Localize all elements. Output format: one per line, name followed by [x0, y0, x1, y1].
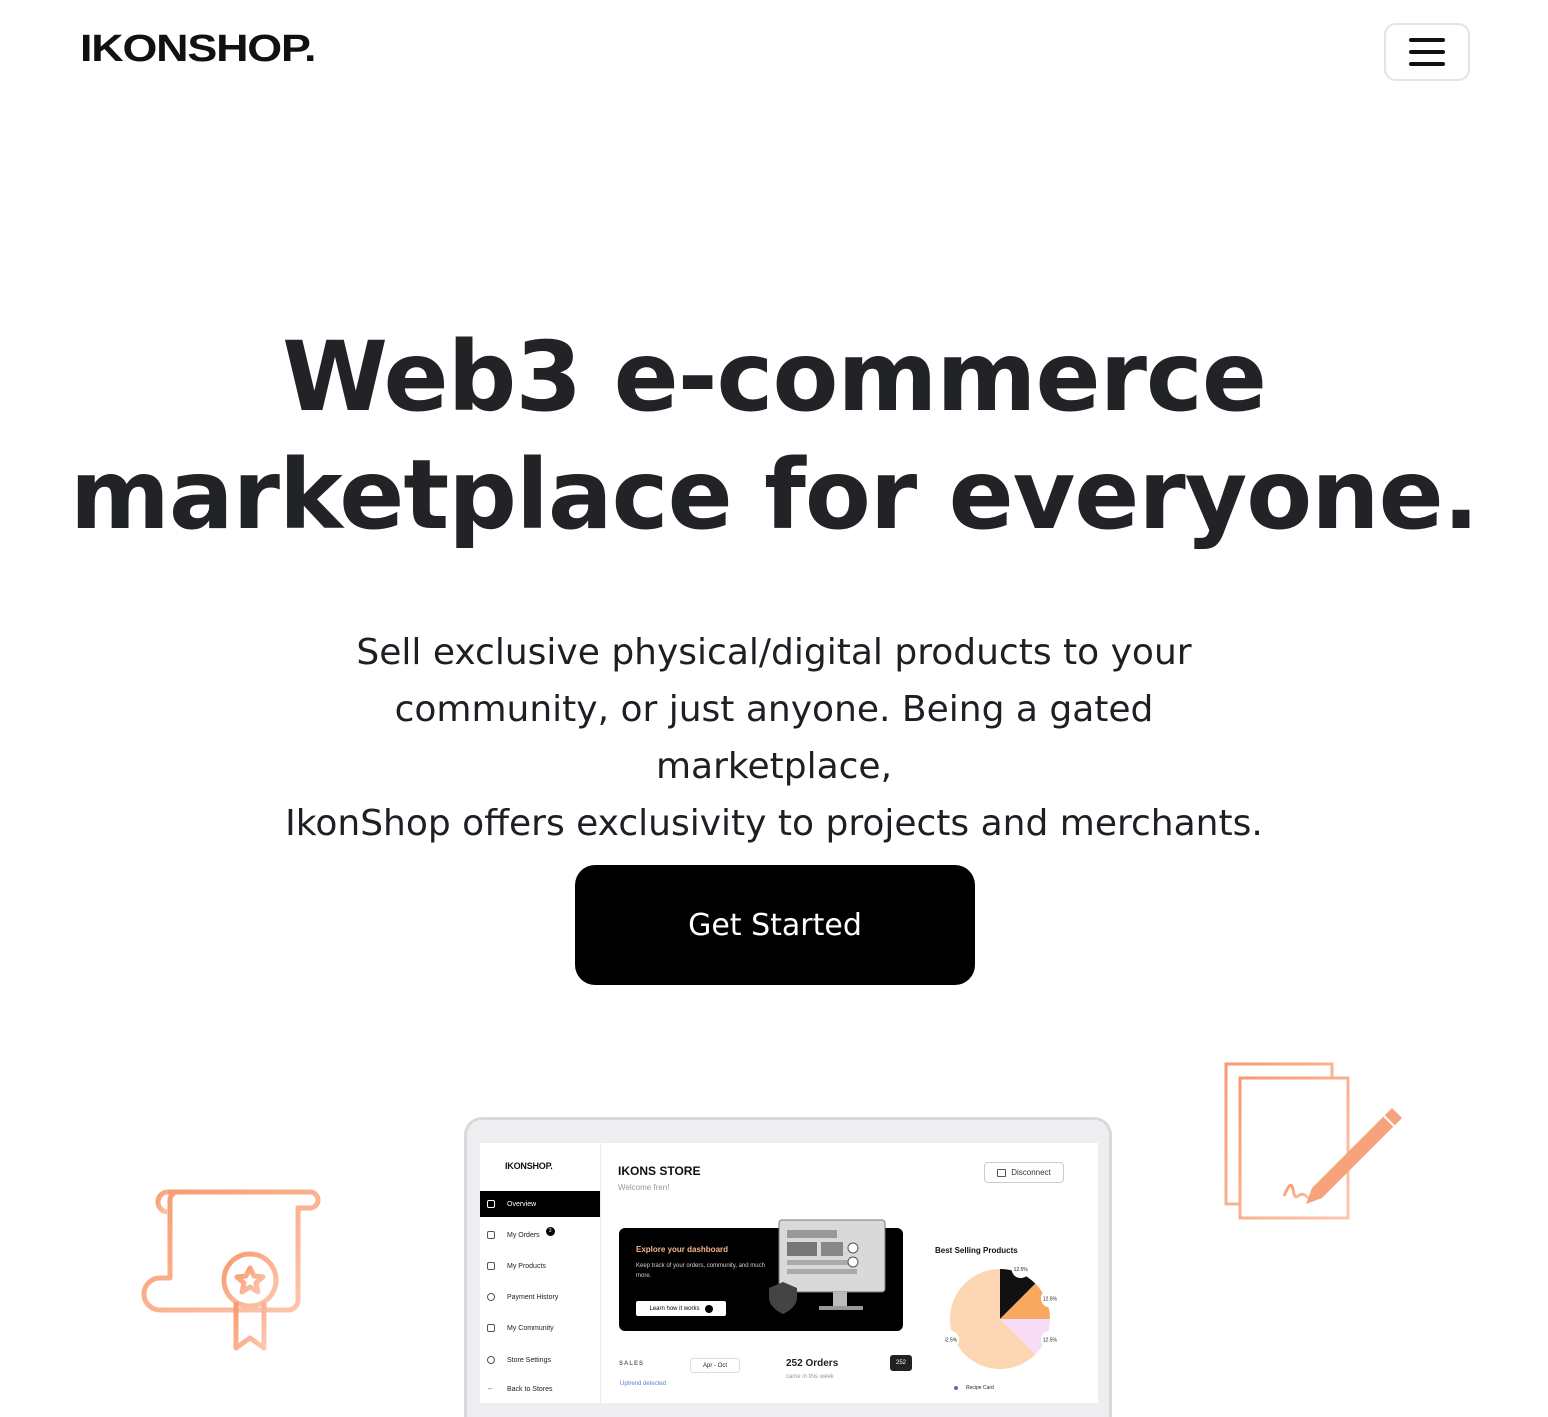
- sidebar-item-label: Payment History: [507, 1293, 559, 1301]
- hamburger-menu-button[interactable]: [1384, 23, 1470, 81]
- document-signing-illustration-icon: [1224, 1062, 1402, 1220]
- hero-title-line: Web3 e-commerce: [282, 321, 1267, 433]
- sidebar-item-orders[interactable]: My Orders 3: [480, 1222, 600, 1248]
- card-text: Keep track of your orders, community, an…: [636, 1263, 765, 1279]
- pie-label: 12.5%: [1043, 1296, 1058, 1302]
- best-selling-title: Best Selling Products: [935, 1246, 1018, 1255]
- learn-how-button[interactable]: Learn how it works: [636, 1301, 726, 1316]
- sidebar-item-products[interactable]: My Products: [480, 1253, 600, 1279]
- menu-icon-bar: [1409, 38, 1445, 42]
- sidebar-item-store-settings[interactable]: Store Settings: [480, 1347, 600, 1373]
- sidebar-item-label: My Products: [507, 1262, 546, 1270]
- orders-icon: [487, 1231, 495, 1239]
- legend-item: Recipe Card: [954, 1385, 994, 1391]
- sidebar-item-label: Back to Stores: [507, 1385, 553, 1393]
- uptrend-text: Uptrend detected: [620, 1381, 667, 1387]
- orders-subtext: came in this week: [786, 1374, 834, 1380]
- sidebar-item-label: My Community: [507, 1324, 554, 1332]
- sidebar-item-label: My Orders: [507, 1231, 540, 1239]
- hero-subtitle: Sell exclusive physical/digital products…: [274, 624, 1274, 852]
- get-started-button[interactable]: Get Started: [575, 865, 975, 985]
- sales-label: SALES: [619, 1361, 645, 1367]
- dashboard-logo: IKONSHOP.: [505, 1161, 553, 1171]
- menu-icon-bar: [1409, 62, 1445, 66]
- overview-icon: [487, 1200, 495, 1208]
- disconnect-label: Disconnect: [1011, 1168, 1051, 1177]
- dashboard-screenshot: IKONSHOP. Overview My Orders 3 My Product…: [480, 1143, 1098, 1403]
- sidebar-item-overview[interactable]: Overview: [480, 1191, 600, 1217]
- pie-label: 12.5%: [1043, 1338, 1058, 1344]
- hero-subtitle-line: community, or just anyone. Being a gated…: [394, 689, 1154, 787]
- clock-icon: [487, 1293, 495, 1301]
- sidebar-item-label: Overview: [507, 1200, 537, 1208]
- sidebar-item-payment-history[interactable]: Payment History: [480, 1284, 600, 1310]
- hero-subtitle-line: IkonShop offers exclusivity to projects …: [285, 803, 1263, 844]
- hero-title: Web3 e-commerce marketplace for everyone…: [0, 318, 1548, 554]
- monitor-illustration-icon: [769, 1219, 886, 1314]
- store-title: IKONS STORE: [618, 1164, 701, 1178]
- card-title: Explore your dashboard: [636, 1245, 729, 1254]
- play-icon: [704, 1304, 713, 1313]
- products-icon: [487, 1262, 495, 1270]
- sidebar-item-community[interactable]: My Community: [480, 1315, 600, 1341]
- wallet-icon: [997, 1168, 1007, 1177]
- menu-icon-bar: [1409, 50, 1445, 54]
- community-icon: [487, 1324, 495, 1332]
- best-selling-pie-chart: 12.5% 12.5% 12.5% 62.5%: [945, 1261, 1059, 1369]
- explore-dashboard-card: Explore your dashboard Keep track of you…: [619, 1219, 903, 1331]
- sidebar-item-back-to-stores[interactable]: ← Back to Stores: [480, 1376, 600, 1402]
- pie-label: 62.5%: [945, 1338, 958, 1344]
- gear-icon: [487, 1356, 495, 1364]
- pie-label: 12.5%: [1014, 1267, 1029, 1273]
- disconnect-button[interactable]: Disconnect: [984, 1162, 1064, 1183]
- dashboard-sidebar: IKONSHOP. Overview My Orders 3 My Product…: [480, 1143, 601, 1403]
- hero-subtitle-line: Sell exclusive physical/digital products…: [356, 632, 1192, 673]
- welcome-text: Welcome fren!: [618, 1183, 670, 1192]
- period-select[interactable]: Apr - Oct: [690, 1358, 740, 1373]
- orders-count: 252 Orders: [786, 1358, 839, 1369]
- certificate-illustration-icon: [141, 1189, 321, 1351]
- sidebar-item-label: Store Settings: [507, 1356, 551, 1364]
- hero-title-line: marketplace for everyone.: [69, 439, 1479, 551]
- learn-how-label: Learn how it works: [649, 1305, 700, 1312]
- orders-badge: 3: [545, 1226, 555, 1236]
- chart-tooltip: 252: [890, 1355, 912, 1371]
- brand-logo[interactable]: IKONSHOP.: [80, 30, 316, 68]
